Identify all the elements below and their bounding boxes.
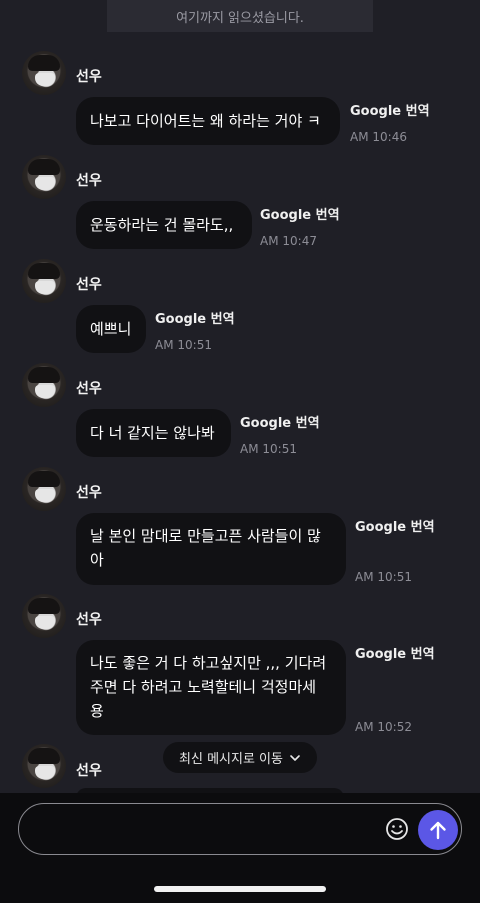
jump-to-latest-label: 최신 메시지로 이동 xyxy=(179,752,283,767)
message-bubble[interactable]: 날 본인 맘대로 만들고픈 사람들이 많 아 xyxy=(76,513,346,585)
message-text: 예쁘니 xyxy=(90,320,132,338)
message-text-line: 날 본인 맘대로 만들고픈 사람들이 많 xyxy=(90,527,321,545)
message-text: 나보고 다이어트는 왜 하라는 거야 ㅋ xyxy=(90,112,321,130)
avatar[interactable] xyxy=(22,594,66,638)
message-time: AM 10:46 xyxy=(350,130,407,144)
message-text-line: 주면 다 하려고 노력할테니 걱정마세 xyxy=(90,678,317,696)
jump-to-latest-button[interactable]: 최신 메시지로 이동 xyxy=(163,742,317,773)
read-marker-text: 여기까지 읽으셨습니다. xyxy=(176,10,304,26)
google-translate-link[interactable]: Google 번역 xyxy=(350,100,430,119)
message-bubble[interactable]: 나도 좋은 거 다 하고싶지만 ,,, 기다려 주면 다 하려고 노력할테니 걱… xyxy=(76,640,346,735)
smile-icon[interactable] xyxy=(384,816,410,842)
message-time: AM 10:47 xyxy=(260,234,317,248)
chevron-down-icon xyxy=(290,754,300,761)
message-text-line: 아 xyxy=(90,551,104,569)
sender-name: 선우 xyxy=(76,612,102,628)
sender-name: 선우 xyxy=(76,381,102,397)
sender-name: 선우 xyxy=(76,763,102,779)
message-time: AM 10:51 xyxy=(155,338,212,352)
avatar[interactable] xyxy=(22,51,66,95)
sender-name: 선우 xyxy=(76,277,102,293)
message-time: AM 10:52 xyxy=(355,720,412,734)
avatar[interactable] xyxy=(22,363,66,407)
message-time: AM 10:51 xyxy=(355,570,412,584)
message-text: 운동하라는 건 몰라도,, xyxy=(90,216,234,234)
home-indicator xyxy=(154,886,326,892)
avatar[interactable] xyxy=(22,155,66,199)
message-text-line: 용 xyxy=(90,702,104,720)
google-translate-link[interactable]: Google 번역 xyxy=(155,308,235,327)
send-button[interactable] xyxy=(418,810,458,850)
avatar[interactable] xyxy=(22,467,66,511)
message-time: AM 10:51 xyxy=(240,442,297,456)
message-text: 다 너 같지는 않나봐 xyxy=(90,424,215,442)
message-bubble[interactable]: 다 너 같지는 않나봐 xyxy=(76,409,231,457)
message-bubble[interactable]: 예쁘니 xyxy=(76,305,146,353)
message-bubble[interactable]: 나보고 다이어트는 왜 하라는 거야 ㅋ xyxy=(76,97,340,145)
avatar[interactable] xyxy=(22,259,66,303)
message-bubble[interactable]: 운동하라는 건 몰라도,, xyxy=(76,201,252,249)
sender-name: 선우 xyxy=(76,69,102,85)
google-translate-link[interactable]: Google 번역 xyxy=(355,516,435,535)
message-text-line: 나도 좋은 거 다 하고싶지만 ,,, 기다려 xyxy=(90,654,327,672)
google-translate-link[interactable]: Google 번역 xyxy=(355,643,435,662)
google-translate-link[interactable]: Google 번역 xyxy=(240,412,320,431)
avatar[interactable] xyxy=(22,744,66,788)
sender-name: 선우 xyxy=(76,485,102,501)
sender-name: 선우 xyxy=(76,173,102,189)
google-translate-link[interactable]: Google 번역 xyxy=(260,204,340,223)
read-marker-banner: 여기까지 읽으셨습니다. xyxy=(107,0,373,32)
arrow-up-icon xyxy=(430,821,446,840)
